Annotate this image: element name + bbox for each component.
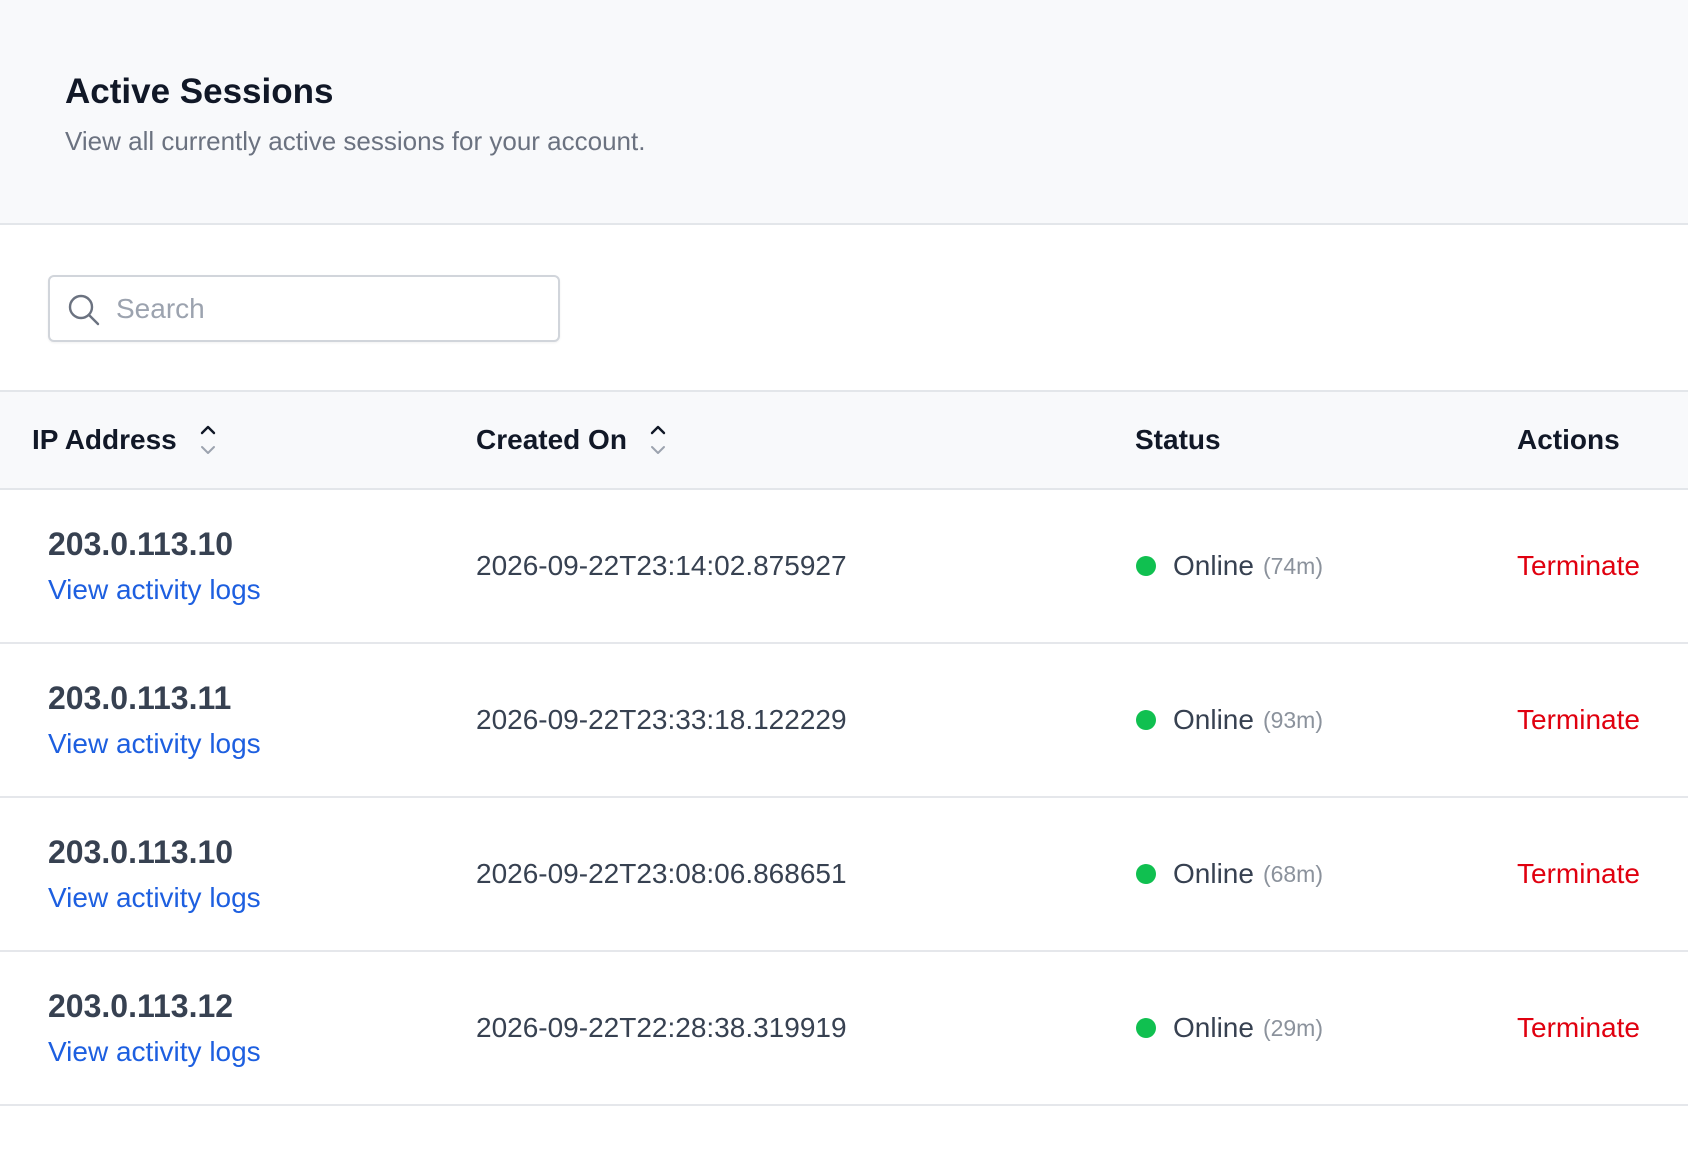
status-duration: (74m) (1262, 552, 1323, 579)
view-activity-logs-link[interactable]: View activity logs (48, 572, 261, 608)
cell-status: Online (68m) (1136, 798, 1323, 950)
status-dot (1136, 556, 1156, 576)
column-header-actions-label: Actions (1517, 424, 1620, 455)
status-duration: (68m) (1262, 860, 1323, 887)
cell-ip: 203.0.113.10 View activity logs (48, 524, 261, 608)
column-header-actions: Actions (1517, 392, 1620, 488)
status-text: Online (1173, 858, 1254, 889)
cell-actions: Terminate (1517, 952, 1640, 1104)
status-dot (1136, 1018, 1156, 1038)
ip-address: 203.0.113.10 (48, 834, 234, 870)
cell-ip: 203.0.113.11 View activity logs (48, 678, 261, 762)
table-row: 203.0.113.10 View activity logs 2026-09-… (0, 798, 1688, 952)
column-header-ip-label: IP Address (32, 424, 177, 455)
terminate-button[interactable]: Terminate (1517, 550, 1640, 582)
column-header-ip[interactable]: IP Address (32, 392, 219, 488)
table-row: 203.0.113.10 View activity logs 2026-09-… (0, 490, 1688, 644)
created-on: 2026-09-22T23:14:02.875927 (476, 550, 847, 581)
table-row: 203.0.113.12 View activity logs 2026-09-… (0, 952, 1688, 1106)
status-duration: (93m) (1262, 706, 1323, 733)
terminate-button[interactable]: Terminate (1517, 704, 1640, 736)
search-box[interactable] (48, 275, 560, 342)
page-title: Active Sessions (65, 72, 334, 111)
terminate-button[interactable]: Terminate (1517, 858, 1640, 890)
created-on: 2026-09-22T22:28:38.319919 (476, 1012, 847, 1043)
ip-address: 203.0.113.11 (48, 680, 232, 716)
view-activity-logs-link[interactable]: View activity logs (48, 1034, 261, 1070)
cell-status: Online (74m) (1136, 490, 1323, 642)
column-header-status-label: Status (1135, 424, 1221, 455)
view-activity-logs-link[interactable]: View activity logs (48, 726, 261, 762)
sort-icon[interactable] (197, 418, 219, 462)
cell-ip: 203.0.113.10 View activity logs (48, 832, 261, 916)
ip-address: 203.0.113.12 (48, 988, 234, 1024)
page-subtitle: View all currently active sessions for y… (65, 126, 646, 156)
column-header-created-label: Created On (476, 424, 627, 455)
search-input[interactable] (114, 277, 544, 340)
cell-actions: Terminate (1517, 490, 1640, 642)
status-duration: (29m) (1262, 1014, 1323, 1041)
created-on: 2026-09-22T23:33:18.122229 (476, 704, 847, 735)
cell-status: Online (93m) (1136, 644, 1323, 796)
cell-status: Online (29m) (1136, 952, 1323, 1104)
cell-ip: 203.0.113.12 View activity logs (48, 986, 261, 1070)
table-row: 203.0.113.11 View activity logs 2026-09-… (0, 644, 1688, 798)
status-text: Online (1173, 1012, 1254, 1043)
column-header-created[interactable]: Created On (476, 392, 669, 488)
status-text: Online (1173, 550, 1254, 581)
status-dot (1136, 710, 1156, 730)
search-icon (68, 294, 100, 326)
status-dot (1136, 864, 1156, 884)
cell-actions: Terminate (1517, 798, 1640, 950)
page-header: Active Sessions View all currently activ… (0, 0, 1688, 225)
table-header: IP Address Created On Status Actions (0, 390, 1688, 490)
column-header-status: Status (1135, 392, 1221, 488)
ip-address: 203.0.113.10 (48, 526, 234, 562)
created-on: 2026-09-22T23:08:06.868651 (476, 858, 847, 889)
status-text: Online (1173, 704, 1254, 735)
view-activity-logs-link[interactable]: View activity logs (48, 880, 261, 916)
terminate-button[interactable]: Terminate (1517, 1012, 1640, 1044)
cell-actions: Terminate (1517, 644, 1640, 796)
sort-icon[interactable] (647, 418, 669, 462)
